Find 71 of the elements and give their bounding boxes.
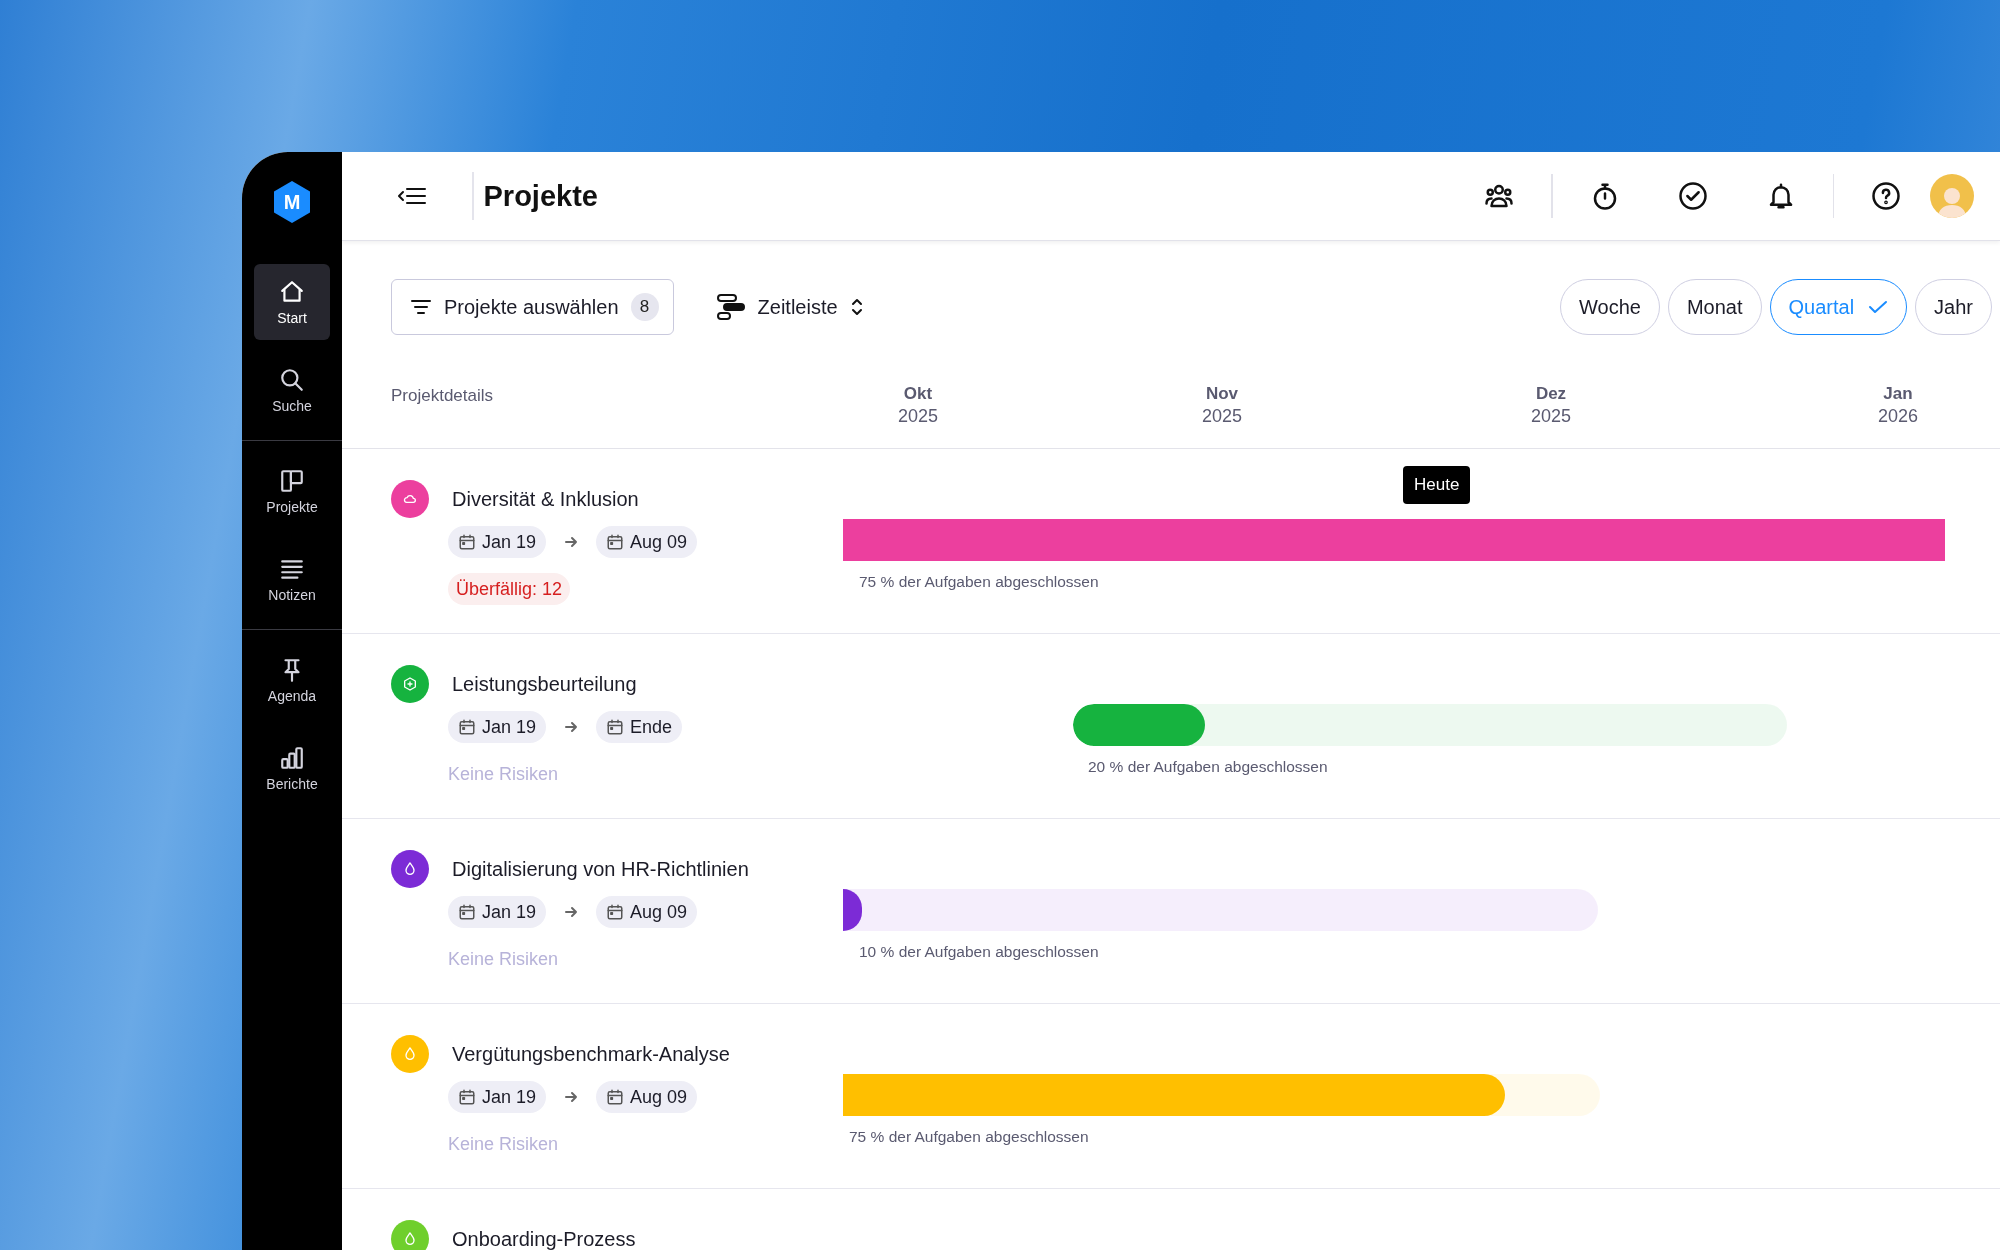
year-label: 2026 (1878, 406, 1918, 427)
year-label: 2025 (1531, 406, 1571, 427)
timeline-icon (715, 293, 746, 321)
risk-status: Keine Risiken (448, 1133, 559, 1156)
plus-hexagon-icon (402, 676, 418, 692)
month-label: Jan (1883, 384, 1913, 404)
project-title[interactable]: Vergütungsbenchmark-Analyse (452, 1035, 843, 1073)
nav-item[interactable]: Start (254, 264, 330, 340)
column-header: Projektdetails (390, 385, 495, 407)
project-title[interactable]: Leistungsbeurteilung (452, 665, 843, 703)
arrow-right-icon (564, 1091, 579, 1103)
range-option[interactable]: Woche (1560, 279, 1660, 335)
project-title[interactable]: Diversität & Inklusion (452, 480, 843, 518)
progress-label: 75 % der Aufgaben abgeschlossen (858, 573, 1100, 591)
end-date-chip[interactable]: Aug 09 (596, 896, 698, 928)
project-filter-button[interactable]: Projekte auswählen 8 (391, 279, 674, 335)
overdue-badge: Überfällig: 12 (448, 573, 571, 605)
count-badge: 8 (630, 293, 659, 321)
nav-item[interactable]: Projekte (254, 453, 330, 529)
drop-icon (402, 1231, 418, 1247)
month-label: Dez (1535, 384, 1567, 404)
nav-item[interactable]: Suche (254, 352, 330, 428)
month-label: Okt (903, 384, 933, 404)
logo-icon: M (272, 180, 312, 224)
up-down-chevron-icon (849, 296, 864, 318)
progress-label: 75 % der Aufgaben abgeschlossen (848, 1128, 1090, 1146)
year-label: 2025 (898, 406, 938, 427)
progress-label: 10 % der Aufgaben abgeschlossen (858, 943, 1100, 961)
arrow-right-icon (564, 721, 579, 733)
drop-icon (402, 861, 418, 877)
progress-label: 20 % der Aufgaben abgeschlossen (1087, 758, 1329, 776)
search-icon (279, 366, 305, 393)
calendar-icon (606, 903, 625, 921)
calendar-icon (458, 718, 476, 736)
project-title[interactable]: Digitalisierung von HR-Richtlinien (452, 850, 843, 888)
drop-icon (402, 1046, 418, 1062)
calendar-icon (458, 903, 476, 921)
nav-item[interactable]: Agenda (254, 642, 330, 718)
filter-icon (410, 298, 432, 316)
end-date-chip[interactable]: Ende (596, 711, 683, 743)
year-label: 2025 (1202, 406, 1242, 427)
check-icon (1868, 299, 1889, 315)
range-option[interactable]: Monat (1667, 279, 1762, 335)
risk-status: Keine Risiken (448, 763, 559, 786)
calendar-icon (606, 718, 625, 736)
nav-item[interactable]: Notizen (254, 541, 330, 617)
panels-icon (279, 467, 305, 494)
calendar-icon (606, 1088, 625, 1106)
project-title[interactable]: Onboarding-Prozess (452, 1220, 843, 1250)
home-icon (279, 278, 305, 305)
arrow-right-icon (564, 536, 579, 548)
start-date-chip[interactable]: Jan 19 (448, 711, 547, 743)
end-date-chip[interactable]: Aug 09 (596, 1081, 698, 1113)
help-icon (1871, 181, 1901, 211)
bar-chart-icon (279, 744, 305, 771)
view-selector[interactable]: Zeitleiste (709, 292, 870, 322)
check-circle-icon (1677, 181, 1708, 211)
end-date-chip[interactable]: Aug 09 (596, 526, 698, 558)
start-date-chip[interactable]: Jan 19 (448, 526, 547, 558)
calendar-icon (606, 533, 625, 551)
calendar-icon (458, 1088, 476, 1106)
range-option[interactable]: Jahr (1915, 279, 1992, 335)
calendar-icon (458, 533, 476, 551)
month-label: Nov (1205, 384, 1239, 404)
arrow-right-icon (564, 906, 579, 918)
page-title: Projekte (483, 179, 598, 213)
start-date-chip[interactable]: Jan 19 (448, 896, 547, 928)
today-marker: Heute (1403, 466, 1471, 504)
start-date-chip[interactable]: Jan 19 (448, 1081, 547, 1113)
risk-status: Keine Risiken (448, 948, 559, 971)
nav-item[interactable]: Berichte (254, 730, 330, 806)
